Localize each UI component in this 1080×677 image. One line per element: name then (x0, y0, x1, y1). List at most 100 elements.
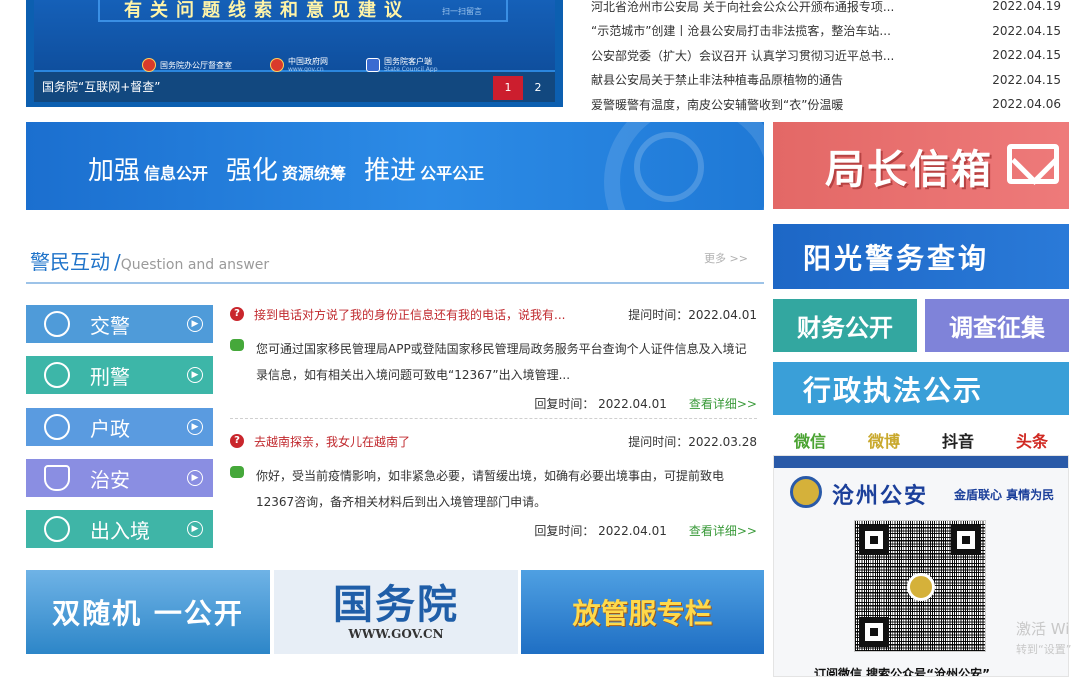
news-date: 2022.04.15 (992, 23, 1061, 38)
news-title[interactable]: 河北省沧州市公安局 关于向社会公众公开颁布通报专项... (591, 0, 894, 15)
category-criminal-police[interactable]: 刑警 ▶ (26, 356, 213, 394)
tab-douyin[interactable]: 抖音 (942, 428, 974, 452)
slogan-banner[interactable]: 加强 信息公开 强化 资源统筹 推进 公平公正 (26, 122, 764, 210)
banner-label: 国务院 (333, 582, 459, 628)
qr-finder (951, 525, 981, 555)
logo-text: 中国政府网 (288, 57, 328, 66)
envelope-icon (1007, 144, 1059, 184)
news-item[interactable]: 公安部党委（扩大）会议召开 认真学习贯彻习近平总书... 2022.04.15 (591, 43, 1061, 68)
news-date: 2022.04.15 (992, 48, 1061, 63)
banner-label: 放管服专栏 (572, 597, 713, 630)
category-exit-entry[interactable]: 出入境 ▶ (26, 510, 213, 548)
news-item[interactable]: “示范城市”创建丨沧县公安局打击非法揽客，整治车站... 2022.04.15 (591, 19, 1061, 44)
news-date: 2022.04.19 (992, 0, 1061, 14)
streamline-service-banner[interactable]: 放管服专栏 (521, 570, 764, 654)
qa-answer-row: 您可通过国家移民管理局APP或登陆国家移民管理局政务服务平台查询个人证件信息及入… (230, 336, 757, 388)
news-item[interactable]: 献县公安局关于禁止非法种植毒品原植物的通告 2022.04.15 (591, 68, 1061, 93)
investigation-collection-banner[interactable]: 调查征集 (925, 299, 1069, 352)
news-item[interactable]: 河北省沧州市公安局 关于向社会公众公开颁布通报专项... 2022.04.19 (591, 0, 1061, 19)
tab-weibo[interactable]: 微博 (868, 428, 900, 452)
top-slider[interactable]: 有关问题线索和意见建议 扫一扫留言 国务院办公厅督查室 中国政府网 www.gov… (26, 0, 563, 107)
news-title[interactable]: 爱警暖警有温度，南皮公安辅警收到“衣”份温暖 (591, 96, 843, 113)
slider-caption-bar: 国务院“互联网+督查” 1 2 (34, 72, 555, 102)
qa-question[interactable]: 去越南探亲，我女儿在越南了 (254, 433, 628, 450)
qr-finder (859, 617, 889, 647)
qa-footer: 回复时间： 2022.04.01 查看详细>> (230, 519, 757, 541)
slogan-phrase: 公平公正 (420, 164, 485, 183)
emblem-icon (142, 58, 156, 72)
category-label: 治安 (90, 467, 130, 492)
slogan-word: 推进 (364, 156, 417, 186)
slider-page-2[interactable]: 2 (523, 76, 553, 100)
emblem-icon (270, 58, 284, 72)
arrow-right-icon: ▶ (187, 316, 203, 332)
activation-watermark-sub: 转到“设置” (1016, 643, 1072, 656)
chat-bubble-icon (230, 466, 244, 478)
tab-wechat[interactable]: 微信 (794, 428, 826, 452)
banner-sub: WWW.GOV.CN (348, 627, 444, 641)
police-emblem-icon (907, 573, 935, 601)
category-household[interactable]: 户政 ▶ (26, 408, 213, 446)
slider-caption[interactable]: 国务院“互联网+督查” (42, 78, 161, 95)
decoration-ring (634, 132, 704, 202)
police-cap-icon (44, 311, 70, 337)
director-mailbox-banner[interactable]: 局长信箱 (773, 122, 1069, 209)
qa-detail-link[interactable]: 查看详细>> (689, 522, 757, 539)
qa-reply-time: 回复时间： 2022.04.01 (534, 523, 667, 538)
category-label: 出入境 (90, 518, 150, 543)
qa-item: ? 去越南探亲，我女儿在越南了 提问时间：2022.03.28 你好，受当前疫情… (230, 429, 757, 541)
news-date: 2022.04.15 (992, 72, 1061, 87)
double-random-banner[interactable]: 双随机 一公开 (26, 570, 270, 654)
law-label: 行政执法公示 (803, 373, 984, 407)
app-icon (366, 58, 380, 72)
slider-page-1[interactable]: 1 (493, 76, 523, 100)
qa-answer: 您可通过国家移民管理局APP或登陆国家移民管理局政务服务平台查询个人证件信息及入… (256, 342, 747, 382)
slogan-phrase: 信息公开 (144, 164, 209, 183)
sunshine-police-query-banner[interactable]: 阳光警务查询 (773, 224, 1069, 289)
chat-bubble-icon (230, 339, 244, 351)
news-item[interactable]: 爱警暖警有温度，南皮公安辅警收到“衣”份温暖 2022.04.06 (591, 92, 1061, 117)
category-label: 户政 (90, 416, 130, 441)
qa-detail-link[interactable]: 查看详细>> (689, 395, 757, 412)
law-enforcement-disclosure-banner[interactable]: 行政执法公示 (773, 362, 1069, 415)
category-public-security[interactable]: 治安 ▶ (26, 459, 213, 497)
mailbox-label: 局长信箱 (825, 146, 993, 193)
title-separator: / (114, 250, 121, 274)
news-title[interactable]: 献县公安局关于禁止非法种植毒品原植物的通告 (591, 71, 843, 88)
banner-label: 双随机 一公开 (52, 597, 244, 630)
panel-topbar (774, 456, 1068, 468)
people-icon (44, 414, 70, 440)
slider-image[interactable]: 有关问题线索和意见建议 扫一扫留言 国务院办公厅督查室 中国政府网 www.gov… (34, 0, 555, 73)
news-title[interactable]: 公安部党委（扩大）会议召开 认真学习贯彻习近平总书... (591, 47, 894, 64)
news-list: 河北省沧州市公安局 关于向社会公众公开颁布通报专项... 2022.04.19 “… (591, 0, 1061, 117)
social-tabs: 微信 微博 抖音 头条 (773, 428, 1069, 452)
qa-answer-row: 你好，受当前疫情影响，如非紧急必要，请暂缓出境，如确有必要出境事由，可提前致电1… (230, 463, 757, 515)
news-title[interactable]: “示范城市”创建丨沧县公安局打击非法揽客，整治车站... (591, 22, 891, 39)
section-title: 警民互动/Question and answer (30, 246, 269, 275)
qr-code (854, 520, 986, 652)
section-subtitle: Question and answer (120, 257, 270, 273)
wechat-slogan: 金盾联心 真情为民 (954, 488, 1055, 502)
qa-reply-time: 回复时间： 2022.04.01 (534, 396, 667, 411)
page: 有关问题线索和意见建议 扫一扫留言 国务院办公厅督查室 中国政府网 www.gov… (0, 0, 1080, 677)
tab-toutiao[interactable]: 头条 (1016, 428, 1048, 452)
more-link[interactable]: 更多 >> (704, 250, 748, 266)
slogan-text: 加强 信息公开 强化 资源统筹 推进 公平公正 (88, 150, 502, 187)
qa-question-row: ? 接到电话对方说了我的身份正信息还有我的电话，说我有... 提问时间：2022… (230, 302, 757, 326)
slogan-word: 强化 (226, 156, 279, 186)
finance-label: 财务公开 (797, 314, 893, 342)
interaction-header: 警民互动/Question and answer 更多 >> (26, 240, 764, 284)
arrow-right-icon: ▶ (187, 367, 203, 383)
category-traffic-police[interactable]: 交警 ▶ (26, 305, 213, 343)
activation-watermark: 激活 Wi (1016, 620, 1070, 638)
globe-icon (44, 516, 70, 542)
category-label: 刑警 (90, 364, 130, 389)
qa-answer: 你好，受当前疫情影响，如非紧急必要，请暂缓出境，如确有必要出境事由，可提前致电1… (256, 469, 725, 509)
qa-question-row: ? 去越南探亲，我女儿在越南了 提问时间：2022.03.28 (230, 429, 757, 453)
state-council-banner[interactable]: 国务院 WWW.GOV.CN (274, 570, 518, 654)
qa-ask-time: 提问时间：2022.03.28 (628, 434, 757, 449)
arrow-right-icon: ▶ (187, 470, 203, 486)
qa-question[interactable]: 接到电话对方说了我的身份正信息还有我的电话，说我有... (254, 306, 628, 323)
logo-row: 国务院办公厅督查室 中国政府网 www.gov.cn 国务院客户端 State Co… (142, 57, 438, 73)
finance-disclosure-banner[interactable]: 财务公开 (773, 299, 917, 352)
